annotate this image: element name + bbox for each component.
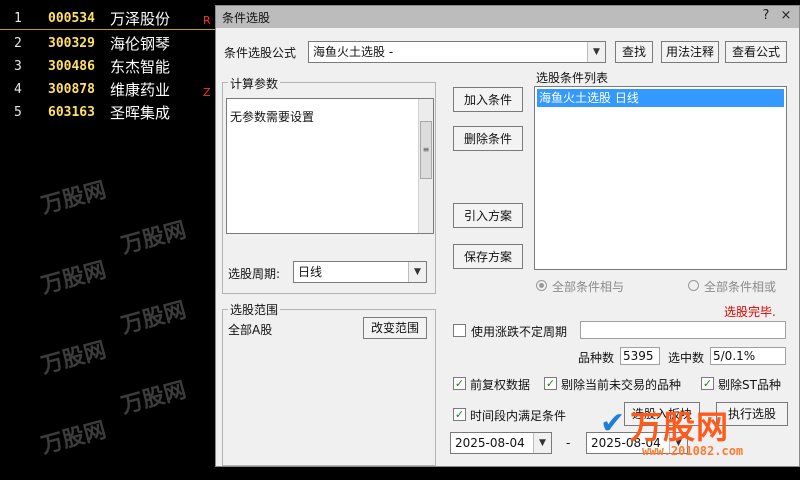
side-mark: Z (203, 86, 211, 99)
stock-row[interactable]: 4 300878 维康药业 (0, 79, 215, 101)
time-period-checkbox[interactable]: ✓ (453, 408, 466, 421)
count-label: 品种数 (578, 351, 615, 365)
exclude-st-checkbox[interactable]: ✓ (701, 377, 714, 390)
uncertain-cycle-checkbox[interactable] (453, 324, 466, 337)
dialog-title: 条件选股 (222, 11, 271, 25)
cycle-label: 选股周期: (228, 267, 281, 281)
chevron-down-icon[interactable]: ▼ (408, 262, 426, 282)
add-condition-button[interactable]: 加入条件 (453, 87, 523, 112)
params-title: 计算参数 (228, 75, 281, 92)
and-radio-label: 全部条件相与 (552, 280, 625, 294)
watermark: 万股网 (118, 217, 189, 260)
stock-filter-dialog: 条件选股 ? × 条件选股公式 海鱼火土选股 - ▼ 查找 用法注释 查看公式 … (215, 5, 800, 467)
and-radio[interactable] (536, 280, 547, 291)
stock-code: 603163 (48, 105, 95, 120)
row-number: 4 (14, 82, 22, 97)
range-title: 选股范围 (228, 301, 281, 318)
chevron-down-icon[interactable]: ▼ (587, 42, 605, 62)
stock-row[interactable]: 5 603163 圣晖集成 (0, 102, 215, 124)
help-icon[interactable]: ? (757, 8, 775, 24)
range-value: 全部A股 (228, 323, 273, 337)
scrollbar-thumb[interactable]: ≡ (420, 121, 432, 179)
stock-name: 海伦钢琴 (110, 35, 171, 53)
watermark: 万股网 (38, 417, 109, 460)
watermark: 万股网 (38, 337, 109, 380)
exclude-untraded-checkbox[interactable]: ✓ (544, 377, 557, 390)
params-scrollbar[interactable]: ≡ (418, 99, 433, 233)
save-plan-button[interactable]: 保存方案 (453, 244, 523, 269)
find-button[interactable]: 查找 (615, 41, 653, 63)
stock-code: 300486 (48, 59, 95, 74)
logo-text: 万股网 (630, 408, 730, 446)
row-number: 3 (14, 59, 22, 74)
selected-label: 选中数 (668, 351, 705, 365)
watermark: 万股网 (38, 257, 109, 300)
change-range-button[interactable]: 改变范围 (363, 317, 427, 339)
close-icon[interactable]: × (777, 8, 795, 24)
selected-value: 5/0.1% (710, 347, 786, 365)
list-item[interactable]: 海鱼火土选股 日线 (537, 89, 784, 107)
site-logo: ✔ 万股网 www.201082.com (600, 400, 800, 480)
stock-row[interactable]: 3 300486 东杰智能 (0, 56, 215, 78)
start-date-picker[interactable]: 2025-08-04 ▼ (450, 432, 552, 454)
or-radio-label: 全部条件相或 (704, 280, 777, 294)
stock-row[interactable]: 1 000534 万泽股份 (0, 8, 215, 30)
stock-code: 000534 (48, 11, 95, 26)
watermark: 万股网 (38, 177, 109, 220)
condition-list[interactable]: 海鱼火土选股 日线 (534, 86, 787, 270)
date-separator: - (566, 436, 571, 450)
cycle-select[interactable]: 日线 ▼ (293, 261, 427, 283)
exclude-untraded-label: 剔除当前未交易的品种 (561, 378, 682, 392)
stock-name: 圣晖集成 (110, 104, 171, 122)
status-text: 选股完毕. (724, 305, 776, 319)
stock-name: 东杰智能 (110, 58, 171, 76)
cycle-value: 日线 (298, 265, 323, 279)
formula-label: 条件选股公式 (224, 46, 297, 60)
row-number: 2 (14, 36, 22, 51)
watermark: 万股网 (118, 297, 189, 340)
or-radio[interactable] (688, 280, 699, 291)
view-formula-button[interactable]: 查看公式 (725, 41, 787, 63)
chevron-down-icon[interactable]: ▼ (533, 433, 551, 453)
condition-list-label: 选股条件列表 (536, 71, 609, 85)
delete-condition-button[interactable]: 删除条件 (453, 126, 523, 151)
uncertain-cycle-label: 使用涨跌不定周期 (471, 325, 568, 339)
side-mark: R (203, 14, 211, 27)
stock-code: 300878 (48, 82, 95, 97)
formula-value: 海鱼火土选股 - (313, 45, 394, 59)
exclude-st-label: 剔除ST品种 (718, 378, 781, 392)
row-number: 5 (14, 105, 22, 120)
params-text: 无参数需要设置 (230, 110, 315, 124)
time-period-label: 时间段内满足条件 (470, 409, 567, 423)
stock-code: 300329 (48, 36, 95, 51)
stock-name: 维康药业 (110, 81, 171, 99)
title-bar[interactable]: 条件选股 ? × (216, 6, 799, 28)
count-value: 5395 (620, 347, 660, 365)
prior-rights-checkbox[interactable]: ✓ (453, 377, 466, 390)
stock-name: 万泽股份 (110, 10, 171, 28)
uncertain-cycle-field[interactable] (580, 321, 786, 339)
start-date-value: 2025-08-04 (455, 436, 525, 450)
usage-button[interactable]: 用法注释 (661, 41, 719, 63)
prior-rights-label: 前复权数据 (470, 378, 531, 392)
row-number: 1 (14, 11, 22, 26)
stock-row[interactable]: 2 300329 海伦钢琴 (0, 33, 215, 55)
logo-mark-icon: ✔ (600, 406, 626, 441)
formula-select[interactable]: 海鱼火土选股 - ▼ (308, 41, 606, 63)
params-area: 无参数需要设置 ≡ (226, 98, 434, 234)
import-plan-button[interactable]: 引入方案 (453, 203, 523, 228)
logo-url: www.201082.com (642, 444, 744, 458)
watermark: 万股网 (118, 377, 189, 420)
